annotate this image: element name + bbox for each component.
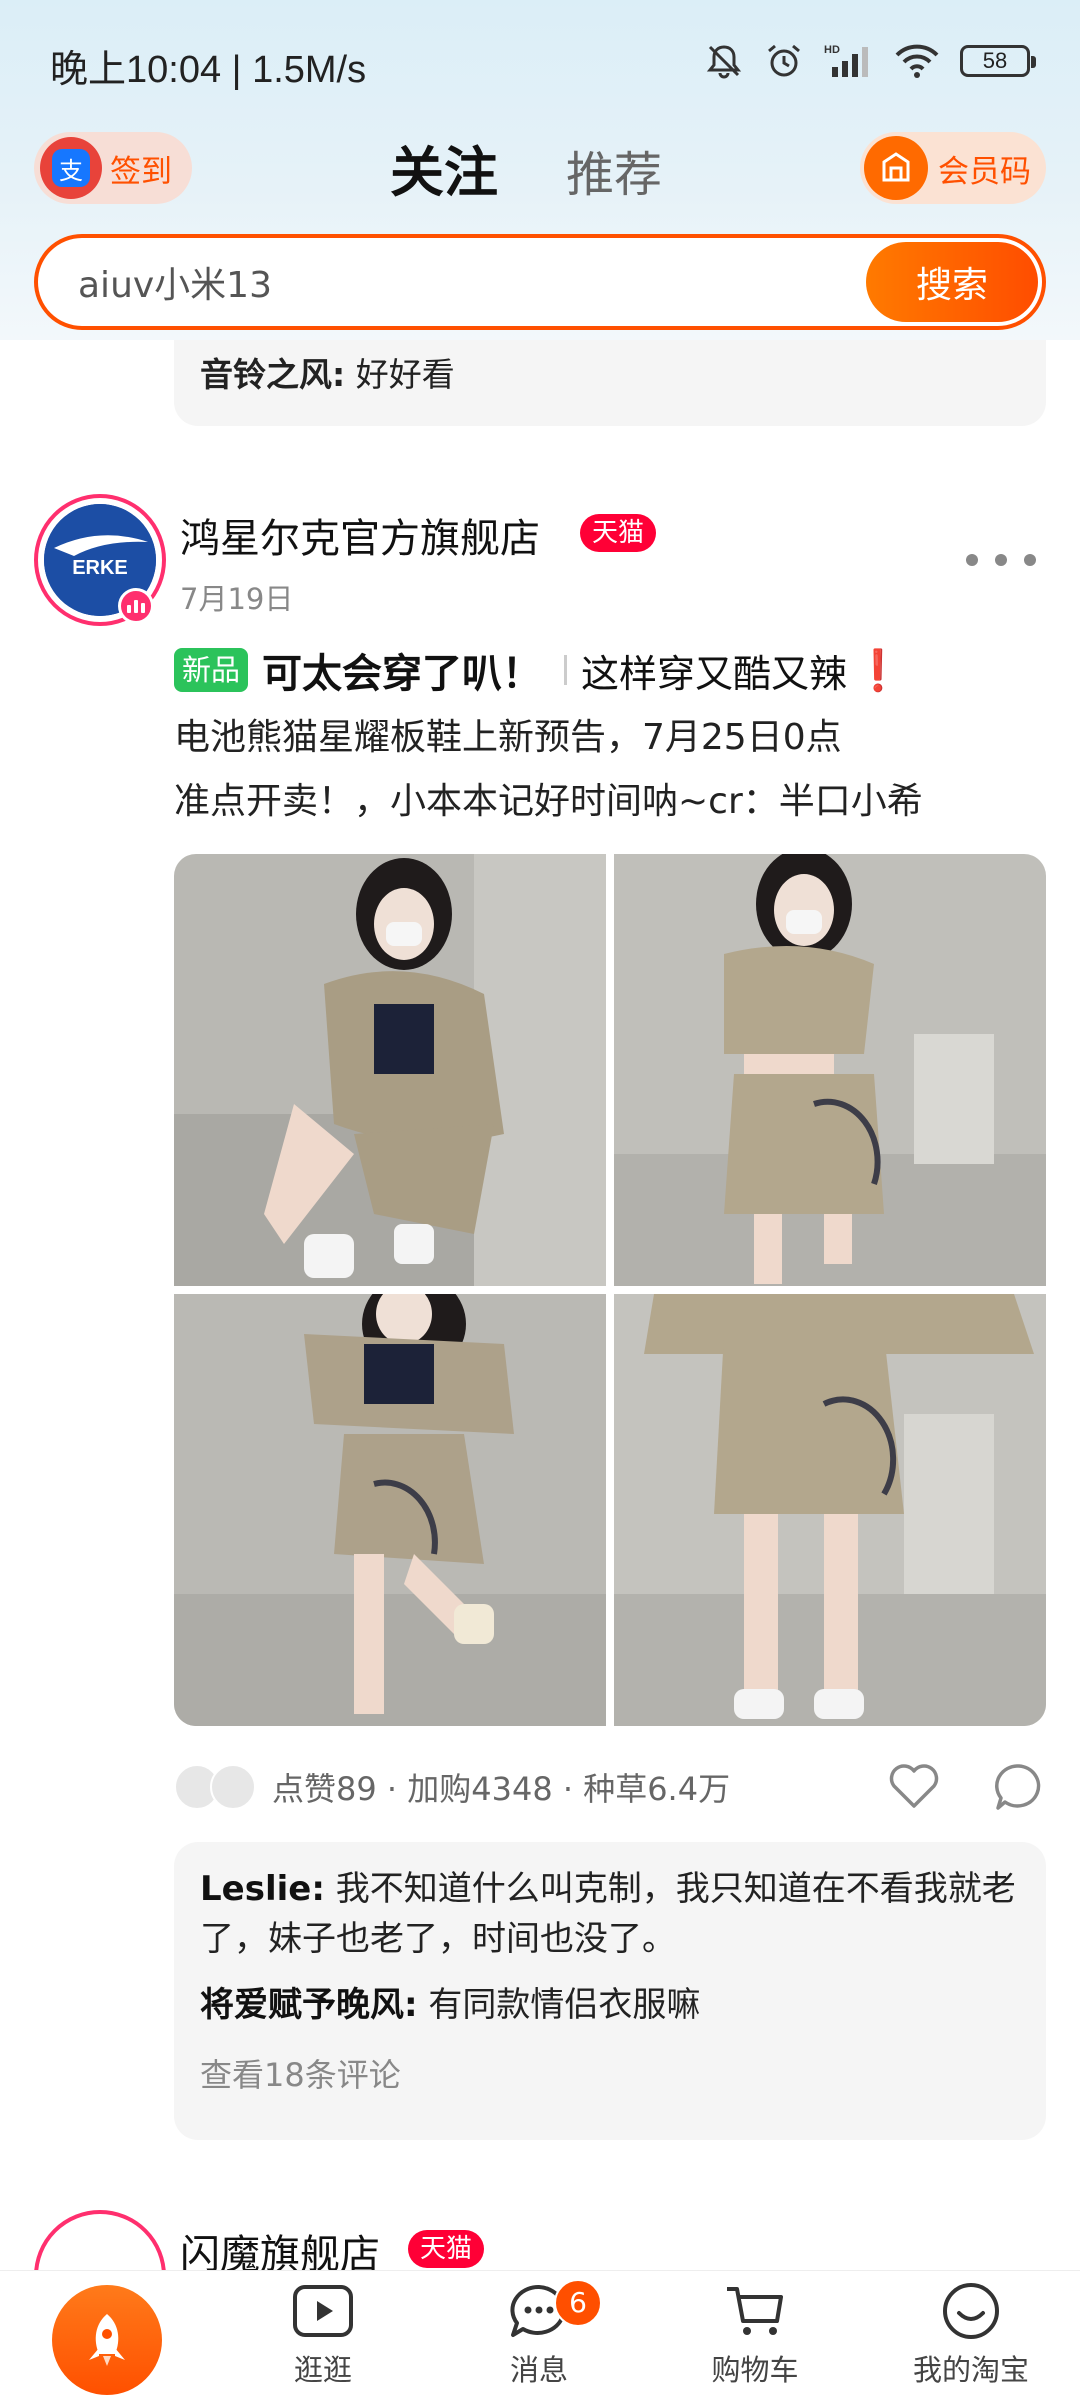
tab-follow[interactable]: 关注 bbox=[390, 128, 498, 207]
post-body-line: 准点开卖！，小本本记好时间呐~cr：半口小希 bbox=[174, 781, 923, 822]
wifi-icon bbox=[895, 44, 939, 78]
comment-user: Leslie: bbox=[200, 1869, 325, 1909]
member-code-button[interactable]: 会员码 bbox=[860, 132, 1046, 204]
photo-grid bbox=[174, 854, 1046, 1726]
comment-item: Leslie: 我不知道什么叫克制，我只知道在不看我就老了，妹子也老了，时间也没… bbox=[200, 1864, 1020, 1964]
tmall-badge: 天猫 bbox=[580, 514, 657, 552]
feed-tabs: 关注 推荐 bbox=[390, 128, 662, 207]
post-photo-3[interactable] bbox=[174, 1294, 606, 1726]
comment-user: 音铃之风: bbox=[200, 355, 346, 394]
avatar bbox=[210, 1764, 256, 1810]
comment-box[interactable]: Leslie: 我不知道什么叫克制，我只知道在不看我就老了，妹子也老了，时间也没… bbox=[174, 1842, 1046, 2140]
tmall-badge: 天猫 bbox=[408, 2230, 485, 2268]
member-code-label: 会员码 bbox=[938, 153, 1031, 190]
post-stats: 点赞89 · 加购4348 · 种草6.4万 bbox=[272, 1770, 731, 1808]
comment-icon[interactable] bbox=[992, 1760, 1046, 1814]
signal-icon: HD bbox=[824, 44, 868, 77]
smile-icon bbox=[943, 2283, 999, 2339]
status-icons: HD 58 bbox=[704, 36, 1036, 86]
status-bar: 晚上10:04 | 1.5M/s HD 58 bbox=[0, 0, 1080, 120]
bottom-nav: 逛逛 6 消息 购物车 我的淘宝 bbox=[0, 2270, 1080, 2400]
exclamation-icon: ❗ bbox=[853, 647, 903, 694]
live-badge-icon bbox=[118, 588, 154, 624]
signin-button[interactable]: 支 签到 bbox=[34, 132, 192, 204]
message-count-badge: 6 bbox=[554, 2279, 602, 2327]
search-button[interactable]: 搜索 bbox=[866, 242, 1038, 322]
svg-text:HD: HD bbox=[824, 44, 840, 56]
liker-avatars bbox=[174, 1764, 260, 1810]
post-body-line: 电池熊猫星耀板鞋上新预告，7月25日0点 bbox=[174, 717, 842, 758]
nav-item-messages[interactable]: 6 消息 bbox=[464, 2279, 614, 2400]
comment-item: 将爱赋予晚风: 有同款情侣衣服嘛 bbox=[200, 1980, 1020, 2030]
member-store-icon bbox=[864, 136, 928, 200]
post-photo-2[interactable] bbox=[614, 854, 1046, 1286]
top-header: 晚上10:04 | 1.5M/s HD 58 支 签到 关注 推荐 会员码 ai… bbox=[0, 0, 1080, 340]
title-divider bbox=[564, 655, 568, 685]
search-bar: 搜索 bbox=[34, 234, 1046, 330]
nav-item-cart[interactable]: 购物车 bbox=[680, 2281, 830, 2400]
comment-text: 有同款情侣衣服嘛 bbox=[417, 1985, 701, 2025]
new-badge: 新品 bbox=[174, 648, 249, 692]
nav-label: 购物车 bbox=[711, 2353, 799, 2387]
tab-recommend[interactable]: 推荐 bbox=[566, 135, 662, 205]
nav-home-button[interactable] bbox=[52, 2285, 162, 2395]
post-photo-1[interactable] bbox=[174, 854, 606, 1286]
comment-user: 将爱赋予晚风: bbox=[200, 1985, 418, 2025]
nav-label: 我的淘宝 bbox=[912, 2353, 1029, 2387]
post-stats-row: 点赞89 · 加购4348 · 种草6.4万 bbox=[174, 1758, 1046, 1814]
nav-item-my-taobao[interactable]: 我的淘宝 bbox=[896, 2281, 1046, 2400]
post-body[interactable]: 电池熊猫星耀板鞋上新预告，7月25日0点 准点开卖！，小本本记好时间呐~cr：半… bbox=[174, 706, 1034, 834]
more-options-icon[interactable] bbox=[966, 540, 1036, 580]
post-date: 7月19日 bbox=[180, 582, 294, 616]
comment-text: 好好看 bbox=[345, 355, 455, 394]
post-subtitle: 这样穿又酷又辣 bbox=[581, 651, 848, 696]
erke-logo-text: ERKE bbox=[72, 557, 128, 579]
previous-post-comment[interactable]: 音铃之风: 好好看 bbox=[174, 330, 1046, 426]
status-time: 晚上10:04 | 1.5M/s bbox=[50, 49, 367, 91]
alarm-icon bbox=[768, 44, 800, 77]
mute-bell-icon bbox=[706, 45, 742, 79]
cart-icon bbox=[727, 2287, 783, 2335]
battery-indicator: 58 bbox=[960, 45, 1036, 77]
post-title-row: 新品 可太会穿了叭！ 这样穿又酷又辣 ❗ bbox=[174, 644, 903, 697]
nav-label: 消息 bbox=[509, 2353, 568, 2387]
nav-label: 逛逛 bbox=[293, 2353, 352, 2387]
nav-item-guangguang[interactable]: 逛逛 bbox=[248, 2281, 398, 2400]
store-name[interactable]: 鸿星尔克官方旗舰店 bbox=[180, 506, 540, 564]
rocket-icon bbox=[89, 2314, 125, 2366]
play-icon bbox=[293, 2285, 353, 2337]
alipay-icon: 支 bbox=[40, 137, 102, 199]
search-input[interactable] bbox=[78, 238, 858, 326]
post-title: 可太会穿了叭！ bbox=[262, 651, 543, 697]
heart-icon[interactable] bbox=[886, 1758, 942, 1814]
view-all-comments-link[interactable]: 查看18条评论 bbox=[200, 2050, 1020, 2096]
post-photo-4[interactable] bbox=[614, 1294, 1046, 1726]
signin-label: 签到 bbox=[110, 153, 172, 190]
